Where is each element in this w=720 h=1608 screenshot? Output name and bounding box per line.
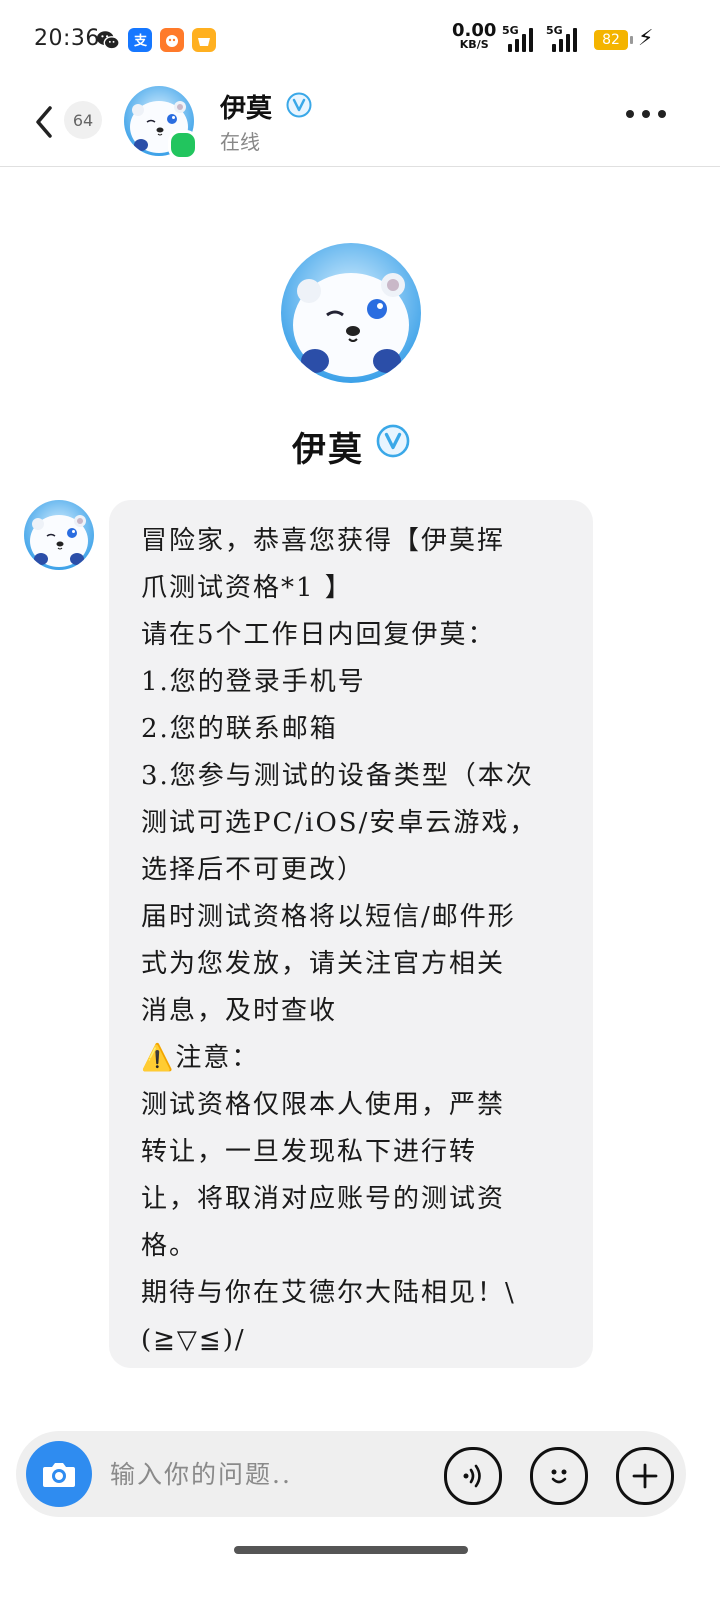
message-line: 1.您的登录手机号 (141, 667, 366, 697)
message-line: 转让，一旦发现私下进行转 (141, 1137, 478, 1167)
message-bubble[interactable]: 冒险家，恭喜您获得【伊莫挥 爪测试资格*1 】 请在5个工作日内回复伊莫： 1.… (109, 500, 593, 1368)
message-sender-avatar[interactable] (24, 500, 94, 570)
chat-header: 64 伊莫 在线 (0, 80, 720, 167)
voice-wave-icon (463, 1464, 481, 1488)
chevron-left-icon (36, 106, 52, 138)
message-line: 式为您发放，请关注官方相关 (141, 949, 506, 979)
profile-name: 伊莫 (292, 430, 364, 470)
message-line: (≧▽≦)/ (141, 1325, 246, 1355)
home-indicator[interactable] (234, 1546, 468, 1554)
message-line: ⚠️注意： (141, 1043, 260, 1073)
taobao-icon (160, 28, 184, 52)
plus-icon (632, 1463, 658, 1489)
charging-icon: ⚡ (638, 26, 654, 51)
notification-icons: 支 (96, 28, 216, 52)
sim1-signal-icon: 5G (502, 24, 533, 52)
contact-name: 伊莫 (220, 94, 273, 124)
emoji-face-icon (551, 1469, 567, 1484)
message-line: 请在5个工作日内回复伊莫： (141, 620, 496, 650)
message-line: 消息，及时查收 (141, 996, 338, 1026)
message-line: 届时测试资格将以短信/邮件形 (141, 902, 516, 932)
question-input[interactable]: 输入你的问题.. (110, 1455, 292, 1491)
unread-count-badge: 64 (64, 101, 102, 139)
back-button[interactable] (30, 102, 60, 142)
dot-icon (642, 110, 650, 118)
contact-status: 在线 (220, 130, 260, 154)
sim2-signal-icon: 5G (546, 24, 577, 52)
message-line: 测试可选PC/iOS/安卓云游戏， (141, 808, 538, 838)
bear-avatar-icon (281, 243, 421, 383)
svg-text:支: 支 (133, 33, 148, 48)
profile-avatar[interactable] (281, 243, 421, 383)
add-more-button[interactable] (616, 1447, 674, 1505)
chat-input-bar: 输入你的问题.. (16, 1431, 686, 1517)
status-time: 20:36 (34, 26, 100, 51)
battery-icon: 82 (594, 30, 633, 50)
status-bar: 20:36 支 0.00 KB/S 5G 5G 82 ⚡ (0, 0, 720, 80)
message-line: 2.您的联系邮箱 (141, 714, 338, 744)
message-line: 爪测试资格*1 】 (141, 573, 353, 603)
dot-icon (658, 110, 666, 118)
battery-level: 82 (602, 32, 620, 48)
verified-badge-icon (376, 424, 410, 458)
camera-icon (43, 1463, 75, 1487)
camera-button[interactable] (26, 1441, 92, 1507)
network-speed: 0.00 KB/S (452, 20, 497, 52)
net-speed-value: 0.00 (452, 20, 497, 41)
alipay-icon: 支 (128, 28, 152, 52)
online-status-dot (168, 130, 198, 160)
bear-avatar-icon (24, 500, 94, 570)
message-line: 冒险家，恭喜您获得【伊莫挥 (141, 526, 506, 556)
sim1-label: 5G (502, 24, 519, 37)
message-line: 让，将取消对应账号的测试资 (141, 1184, 506, 1214)
message-line: 期待与你在艾德尔大陆相见！\ (141, 1278, 516, 1308)
message-line: 格。 (141, 1231, 198, 1261)
verified-badge-icon (286, 92, 312, 118)
voice-input-button[interactable] (444, 1447, 502, 1505)
more-options-button[interactable] (626, 110, 666, 118)
dot-icon (626, 110, 634, 118)
meituan-icon (192, 28, 216, 52)
message-line: 3.您参与测试的设备类型（本次 (141, 761, 534, 791)
message-line: 选择后不可更改） (141, 855, 366, 885)
message-line: 测试资格仅限本人使用，严禁 (141, 1090, 506, 1120)
emoji-button[interactable] (530, 1447, 588, 1505)
sim2-label: 5G (546, 24, 563, 37)
wechat-icon (96, 28, 120, 52)
